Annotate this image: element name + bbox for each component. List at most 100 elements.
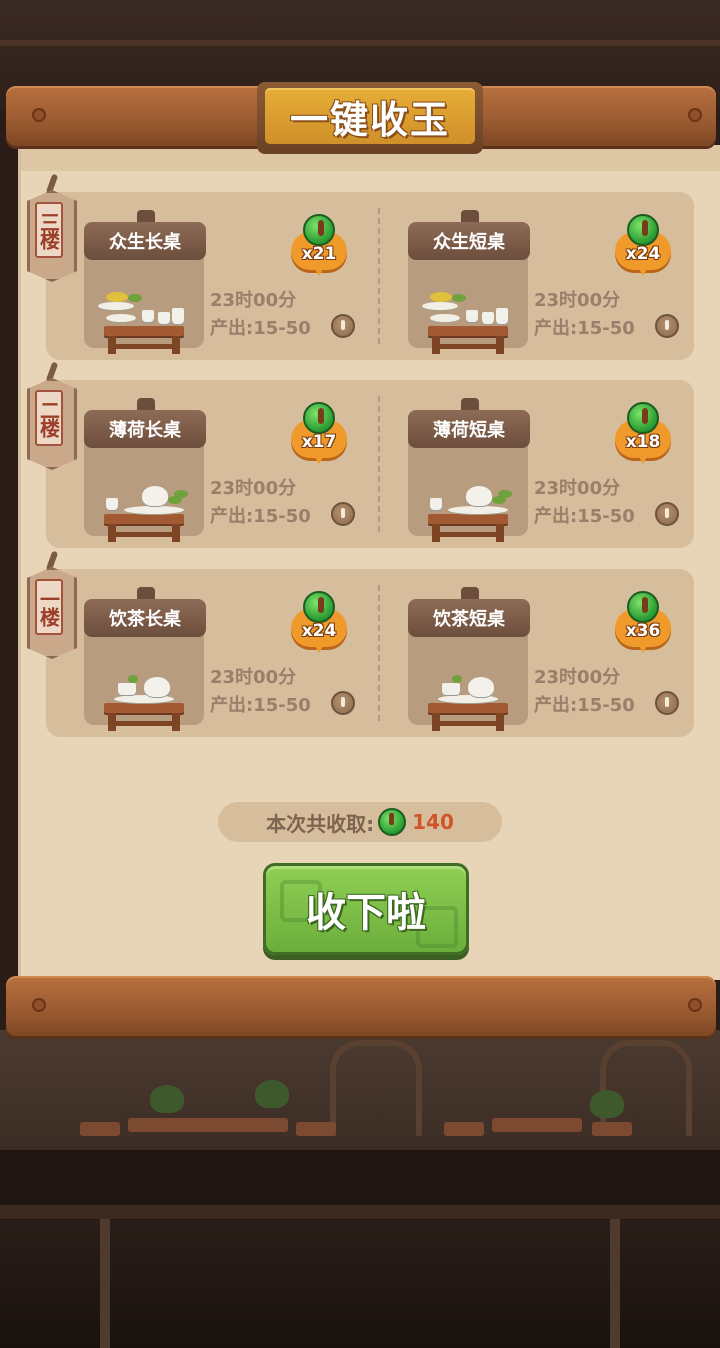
background-plant [590,1090,624,1118]
floor-tag: 二楼 [27,361,77,470]
table-bar [436,532,500,537]
background-post [610,1219,620,1348]
jade-count: x18 [625,432,661,452]
jade-count: x24 [625,244,661,264]
background-table [296,1122,336,1136]
bottle-icon [496,308,508,324]
nail-icon [32,108,46,122]
background-plant [150,1085,184,1113]
cup-icon [430,498,442,510]
jade-hole [318,597,324,613]
jade-coin-icon [627,214,659,246]
tray-icon [438,695,498,703]
jade-coin-icon [378,808,407,836]
collect-button-label: 收下啦 [306,890,426,936]
time-remaining: 23时00分 [534,478,621,499]
table-item[interactable]: 薄荷长桌 x17 23时00分 产出:15-50 [46,380,355,548]
table-item[interactable]: 众生长桌 x21 23时00分 产出:15-50 [46,192,355,360]
background-door [330,1040,422,1136]
background-table [492,1118,582,1132]
leaf-icon [452,294,466,302]
teapot-icon [468,677,494,697]
copper-coin-icon [655,691,679,715]
panel-title: 一键收玉 [289,97,450,142]
leaf-icon [128,294,142,302]
teapot-icon [144,677,170,697]
time-remaining: 23时00分 [534,290,621,311]
collect-button[interactable]: 收下啦 [263,863,469,955]
output-range: 产出:15-50 [210,318,311,339]
jade-hole [642,220,648,236]
table-top [428,326,508,336]
title-plate-inner: 一键收玉 [265,88,475,144]
jade-badge-tail [312,264,326,276]
mint-leaf-icon [498,490,512,498]
cup-icon [106,498,118,510]
time-remaining: 23时00分 [210,667,297,688]
table-item[interactable]: 薄荷短桌 x18 23时00分 产出:15-50 [370,380,679,548]
jade-badge: x36 [615,591,671,653]
teapot-icon [466,486,492,506]
jade-count: x36 [625,621,661,641]
table-name: 饮茶短桌 [408,599,530,637]
copper-coin-icon [331,691,355,715]
jade-coin-icon [303,214,335,246]
table-name: 薄荷短桌 [408,410,530,448]
fruit-icon [430,292,452,302]
dish-icon [98,302,134,310]
floor-label: 一楼 [35,579,63,635]
table-name: 众生长桌 [84,222,206,260]
jade-badge-tail [312,452,326,464]
jade-hole [318,408,324,424]
nail-icon [688,998,702,1012]
jade-count: x21 [301,244,337,264]
background-rail [0,1205,720,1219]
jade-badge: x18 [615,402,671,464]
table-bar [112,532,176,537]
table-top [104,326,184,336]
floor-label: 二楼 [35,390,63,446]
dish-icon [430,314,460,322]
time-remaining: 23时00分 [210,290,297,311]
jade-coin-icon [627,402,659,434]
output-range: 产出:15-50 [534,695,635,716]
jade-badge-tail [312,641,326,653]
scroll-bottom-rod [6,976,716,1036]
table-item[interactable]: 饮茶短桌 x36 23时00分 产出:15-50 [370,569,679,737]
background-shelf [0,40,720,46]
copper-coin-icon [655,314,679,338]
bottle-icon [172,308,184,324]
table-top [428,703,508,713]
jade-badge: x17 [291,402,347,464]
cup-icon [118,683,136,695]
tray-icon [114,695,174,703]
title-plate: 一键收玉 [257,82,483,154]
time-remaining: 23时00分 [534,667,621,688]
jade-coin-icon [627,591,659,623]
floor-tag: 一楼 [27,550,77,659]
mint-leaf-icon [174,490,188,498]
floor-tag: 三楼 [27,173,77,282]
cup-icon [142,310,154,322]
table-item[interactable]: 饮茶长桌 x24 23时00分 产出:15-50 [46,569,355,737]
table-name: 饮茶长桌 [84,599,206,637]
table-bar [436,344,500,349]
output-range: 产出:15-50 [210,695,311,716]
table-bar [112,721,176,726]
leaf-icon [452,675,462,683]
time-remaining: 23时00分 [210,478,297,499]
jade-count: x17 [301,432,337,452]
jade-count: x24 [301,621,337,641]
background-table [592,1122,632,1136]
jade-badge-tail [636,452,650,464]
jade-coin-icon [303,591,335,623]
cup-icon [482,312,494,324]
output-range: 产出:15-50 [534,506,635,527]
copper-coin-icon [655,502,679,526]
table-item[interactable]: 众生短桌 x24 23时00分 产出:15-50 [370,192,679,360]
floor-label: 三楼 [35,202,63,258]
fruit-icon [106,292,128,302]
copper-coin-icon [331,502,355,526]
table-name: 众生短桌 [408,222,530,260]
table-top [104,514,184,524]
